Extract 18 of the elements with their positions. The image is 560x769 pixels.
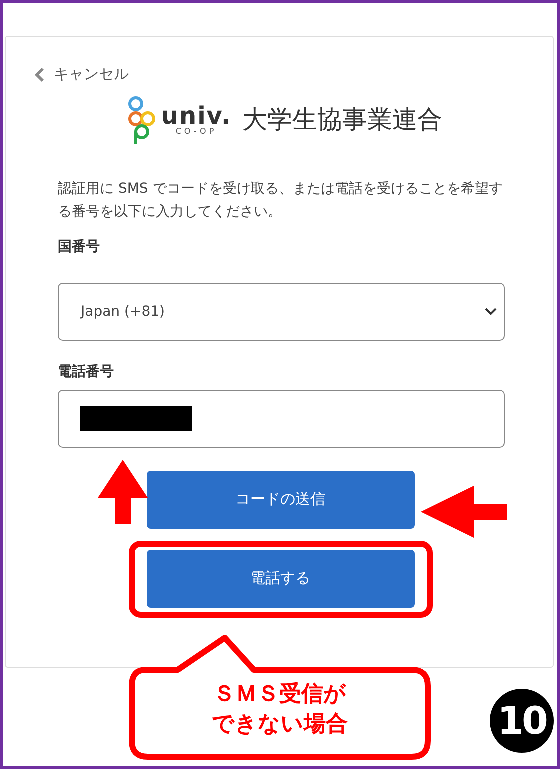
country-select[interactable]: Japan (+81) [58, 282, 505, 340]
caret-icon [485, 308, 497, 316]
primary-button[interactable]: 電話する [146, 550, 414, 608]
logo-subtitle: CO-OP [176, 128, 218, 136]
up-arrow-icon [98, 460, 148, 524]
field-label: 電話番号 [58, 362, 115, 380]
circles-logo-icon [128, 94, 156, 144]
instruction-text: 認証用に SMS でコードを受け取る、または電話を受けることを希望する番号を以下に入力してください。 [58, 180, 503, 222]
cancel-link[interactable]: キャンセル [35, 65, 129, 84]
logo-wordmark: univ. [161, 104, 232, 128]
callout-text: ＳＭＳ受信ができない場合 [211, 681, 349, 739]
step-number-badge: 10 [490, 689, 554, 753]
organization-name: 大学生協事業連合 [242, 104, 443, 136]
left-arrow-icon [421, 486, 507, 538]
primary-button[interactable]: コードの送信 [146, 470, 414, 528]
field-label: 国番号 [58, 238, 101, 256]
phone-input-field[interactable] [58, 390, 505, 448]
chevron-left-icon [35, 66, 45, 82]
